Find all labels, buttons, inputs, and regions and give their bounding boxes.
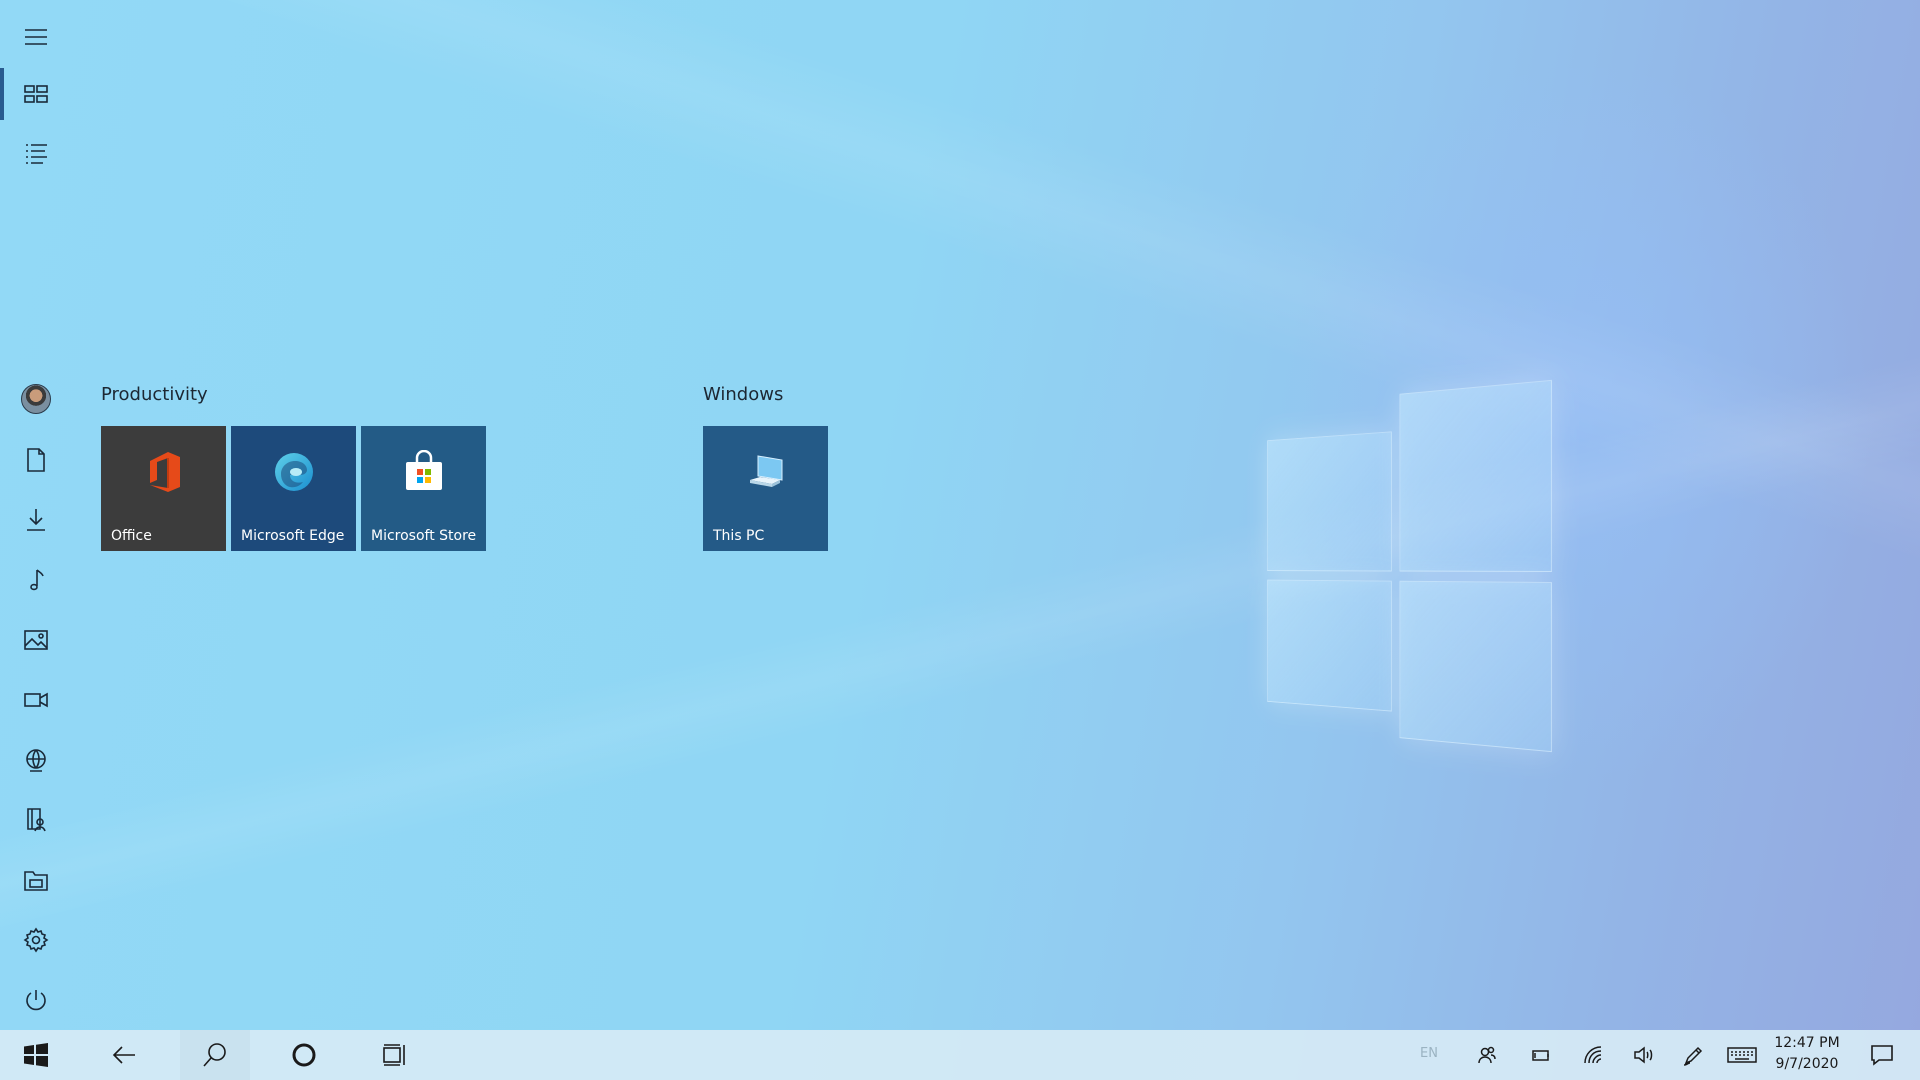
start-left-rail [0,0,72,1030]
tile-label: Microsoft Store [371,528,477,544]
windows-logo-wallpaper [1267,379,1552,753]
taskbar-clock[interactable]: 12:47 PM 9/7/2020 [1762,1033,1852,1075]
downloads-icon[interactable] [0,490,72,550]
tile-label: This PC [713,528,765,544]
settings-icon[interactable] [0,910,72,970]
back-button[interactable] [96,1030,152,1080]
taskbar: EN [0,1030,1920,1080]
tile-label: Office [111,528,152,544]
action-center-icon [1871,1045,1893,1066]
power-icon[interactable] [0,970,72,1030]
office-tile[interactable]: Office [101,426,226,551]
menu-icon[interactable] [0,7,72,67]
pen-icon[interactable] [1678,1030,1708,1080]
videos-icon[interactable] [0,670,72,730]
group-title-windows[interactable]: Windows [703,384,783,405]
documents-icon[interactable] [0,430,72,490]
volume-icon[interactable] [1628,1030,1658,1080]
music-icon[interactable] [0,550,72,610]
tile-label: Microsoft Edge [241,528,345,544]
microsoft-edge-tile[interactable]: Microsoft Edge [231,426,356,551]
all-apps-list-icon[interactable] [0,124,72,184]
avatar [21,384,51,414]
desktop-background: Productivity Office Microsoft Edge Micro… [0,0,1920,1080]
search-icon [203,1043,226,1067]
back-icon [112,1046,135,1064]
clock-time: 12:47 PM [1774,1035,1840,1051]
search-button[interactable] [180,1030,250,1080]
user-account-button[interactable] [0,369,72,429]
start-button[interactable] [0,1030,72,1080]
network-icon[interactable] [0,730,72,790]
personal-folder-icon[interactable] [0,790,72,850]
task-view-button[interactable] [366,1030,422,1080]
touch-keyboard-icon[interactable] [1724,1030,1760,1080]
file-explorer-icon[interactable] [0,850,72,910]
cortana-icon [292,1043,316,1067]
people-icon[interactable] [1472,1030,1502,1080]
wifi-icon[interactable] [1578,1030,1608,1080]
edge-icon [272,450,316,498]
battery-icon[interactable] [1526,1030,1556,1080]
input-language-indicator[interactable]: EN [1420,1046,1438,1061]
task-view-icon [383,1044,405,1066]
office-icon [144,450,184,498]
this-pc-tile[interactable]: This PC [703,426,828,551]
clock-date: 9/7/2020 [1775,1056,1839,1072]
start-icon [24,1043,48,1067]
microsoft-store-tile[interactable]: Microsoft Store [361,426,486,551]
group-title-productivity[interactable]: Productivity [101,384,208,405]
cortana-button[interactable] [276,1030,332,1080]
this-pc-icon [744,450,788,498]
light-beam [0,271,1920,949]
action-center-button[interactable] [1862,1030,1902,1080]
tiles-view-icon[interactable] [0,64,72,124]
store-icon [402,449,446,498]
pictures-icon[interactable] [0,610,72,670]
